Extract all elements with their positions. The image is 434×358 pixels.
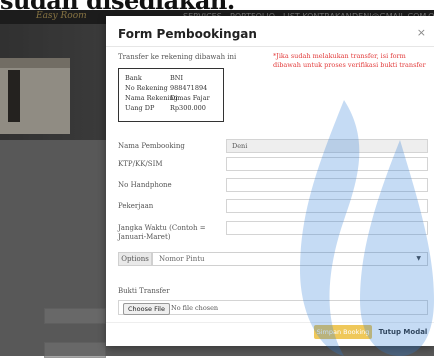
- bank-key: Nama Rekening: [125, 94, 178, 102]
- bank-value: Rp300.000: [170, 104, 206, 112]
- file-status: No file chosen: [171, 304, 219, 312]
- bank-row: No Rekening 988471894: [125, 84, 207, 92]
- ktp-label: KTP/KK/SIM: [118, 160, 163, 168]
- jangka-label: Jangka Waktu (Contoh = Januari-Maret): [118, 224, 206, 241]
- document-caption: sudah disediakan.: [0, 0, 434, 10]
- caption-text: sudah disediakan.: [0, 0, 235, 10]
- nama-label: Nama Pembooking: [118, 142, 185, 150]
- bank-row: Bank BNI: [125, 74, 183, 82]
- select-value: Nomor Pintu: [159, 255, 205, 263]
- bank-key: Uang DP: [125, 104, 155, 112]
- transfer-instruction: Transfer ke rekening dibawah ini: [118, 53, 237, 61]
- choose-file-button[interactable]: Choose File: [123, 303, 170, 315]
- bank-row: Uang DP Rp300.000: [125, 104, 206, 112]
- bank-row: Nama RekeningDimas Fajar: [125, 94, 210, 102]
- transfer-notice: *Jika sudah melakukan transfer, isi form…: [273, 52, 426, 69]
- bank-key: No Rekening: [125, 84, 168, 92]
- bank-key: Bank: [125, 74, 142, 82]
- modal-title: Form Pembookingan: [118, 27, 257, 41]
- hp-label: No Handphone: [118, 181, 172, 189]
- bank-value: Dimas Fajar: [170, 94, 210, 102]
- header-divider: [106, 46, 434, 47]
- bank-info-box: Bank BNI No Rekening 988471894 Nama Rekeni…: [118, 68, 224, 122]
- watermark-logo: [300, 100, 434, 356]
- bank-value: BNI: [170, 74, 184, 82]
- bank-value: 988471894: [170, 84, 208, 92]
- options-button[interactable]: Options: [118, 252, 152, 266]
- bukti-transfer-label: Bukti Transfer: [118, 287, 170, 295]
- close-icon[interactable]: ×: [417, 26, 426, 39]
- pekerjaan-label: Pekerjaan: [118, 202, 154, 210]
